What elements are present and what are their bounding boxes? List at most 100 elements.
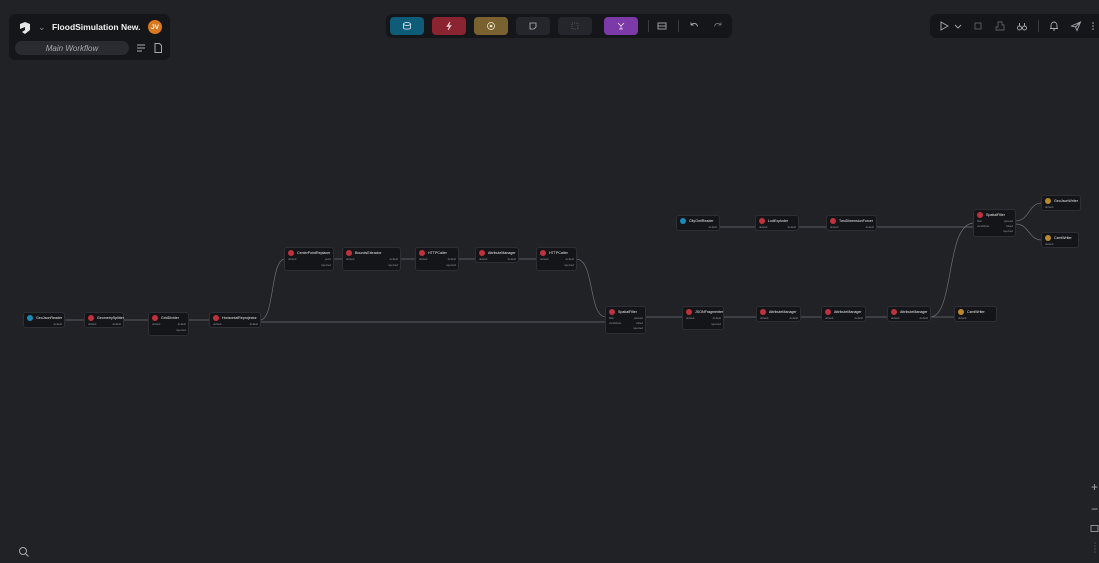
workflow-node[interactable]: TwoDimensionForcer default default	[826, 215, 877, 231]
port-out[interactable]: default	[920, 316, 928, 320]
note-button[interactable]	[516, 17, 550, 35]
port-in[interactable]: default	[540, 257, 548, 261]
port-in[interactable]: candidate	[977, 224, 989, 228]
port-out[interactable]: default	[113, 322, 121, 326]
port-in[interactable]: default	[479, 257, 487, 261]
reader-button[interactable]	[390, 17, 424, 35]
workflow-node[interactable]: GeometrySplitter default default	[84, 312, 124, 328]
stop-icon[interactable]	[972, 20, 984, 32]
workflow-node[interactable]: SpatialFilter filter candidate passed fa…	[605, 306, 646, 334]
debug-icon[interactable]	[994, 20, 1006, 32]
batch-button[interactable]	[558, 17, 592, 35]
port-out[interactable]: rejected	[321, 263, 331, 267]
port-in[interactable]: default	[152, 322, 160, 326]
writer-button[interactable]	[474, 17, 508, 35]
workflow-selector[interactable]: Main Workflow	[15, 41, 129, 55]
workflow-node[interactable]: CityGmlReader default	[676, 215, 720, 231]
port-out[interactable]: rejected	[633, 326, 643, 330]
share-icon[interactable]	[1070, 20, 1082, 32]
port-in[interactable]: default	[88, 322, 96, 326]
chevron-down-icon[interactable]: ⌄	[38, 22, 46, 33]
avatar[interactable]: JV	[148, 20, 162, 34]
document-icon[interactable]	[152, 42, 164, 54]
transformer-button[interactable]	[432, 17, 466, 35]
chevron-down-icon[interactable]	[952, 20, 964, 32]
workflow-node[interactable]: LodExploder default default	[755, 215, 799, 231]
workflow-node[interactable]: CenterPointReplacer default point reject…	[284, 247, 334, 271]
port-out[interactable]: rejected	[564, 263, 574, 267]
undo-icon[interactable]	[688, 20, 700, 32]
workflow-node[interactable]: AttributeManager default default	[475, 247, 519, 263]
zoom-in-button[interactable]: +	[1091, 480, 1098, 494]
port-out[interactable]: rejected	[1003, 229, 1013, 233]
port-out[interactable]: default	[390, 257, 398, 261]
workflow-node[interactable]: HTTPCaller default default rejected	[536, 247, 577, 271]
port-in[interactable]: filter	[977, 219, 982, 223]
port-out[interactable]: point	[325, 257, 331, 261]
port-out[interactable]: passed	[634, 316, 643, 320]
workflow-node[interactable]: SpatialFilter filter candidate passed fa…	[973, 209, 1016, 237]
port-in[interactable]: candidate	[609, 321, 621, 325]
port-in[interactable]: filter	[609, 316, 614, 320]
workflow-canvas[interactable]: GeoJsonReader default GeometrySplitter d…	[0, 0, 1099, 563]
play-icon[interactable]	[938, 20, 950, 32]
port-in[interactable]: default	[346, 257, 354, 261]
port-in[interactable]: default	[825, 316, 833, 320]
workflow-node[interactable]: HTTPCaller default default rejected	[415, 247, 459, 271]
bell-icon[interactable]	[1048, 20, 1060, 32]
port-in[interactable]: default	[288, 257, 296, 261]
workflow-node[interactable]: AttributeManager default default	[821, 306, 866, 322]
port-out[interactable]: rejected	[176, 328, 186, 332]
port-in[interactable]: default	[1045, 242, 1053, 246]
port-out[interactable]: failed	[1006, 224, 1013, 228]
workflow-node[interactable]: GeoJsonWriter default	[1041, 195, 1081, 211]
port-out[interactable]: default	[866, 225, 874, 229]
list-icon[interactable]	[135, 42, 147, 54]
port-out[interactable]: failed	[636, 321, 643, 325]
port-in[interactable]: default	[958, 316, 966, 320]
layout-icon[interactable]	[656, 20, 668, 32]
port-in[interactable]: default	[686, 316, 694, 320]
port-out[interactable]: default	[713, 316, 721, 320]
port-out[interactable]: default	[855, 316, 863, 320]
workflow-node[interactable]: HorizontalReprojector default default	[209, 312, 261, 328]
workflow-node[interactable]: AttributeManager default default	[887, 306, 931, 322]
port-out[interactable]: default	[178, 322, 186, 326]
port-in[interactable]: default	[760, 316, 768, 320]
workflow-node[interactable]: GridDivider default default rejected	[148, 312, 189, 336]
port-in[interactable]: default	[213, 322, 221, 326]
binoculars-icon[interactable]	[1016, 20, 1028, 32]
project-title[interactable]: FloodSimulation New.	[52, 22, 140, 32]
search-icon[interactable]	[18, 546, 30, 558]
port-out[interactable]: rejected	[446, 263, 456, 267]
more-icon[interactable]	[1087, 20, 1099, 32]
minimap-icon[interactable]	[1092, 541, 1098, 553]
port-out[interactable]: rejected	[388, 263, 398, 267]
port-in[interactable]: default	[1045, 205, 1053, 209]
workflow-node[interactable]: AttributeManager default default	[756, 306, 801, 322]
port-out[interactable]: default	[788, 225, 796, 229]
port-in[interactable]: default	[830, 225, 838, 229]
app-logo-icon[interactable]	[18, 21, 32, 35]
port-out[interactable]: default	[566, 257, 574, 261]
port-in[interactable]: default	[891, 316, 899, 320]
port-out[interactable]: default	[790, 316, 798, 320]
port-out[interactable]: rejected	[711, 322, 721, 326]
port-out[interactable]: default	[508, 257, 516, 261]
workflow-node[interactable]: JSONFragmenter default default rejected	[682, 306, 724, 330]
workflow-node[interactable]: CzmlWriter default	[1041, 232, 1079, 248]
port-in[interactable]: default	[759, 225, 767, 229]
port-out[interactable]: default	[54, 322, 62, 326]
port-out[interactable]: default	[250, 322, 258, 326]
port-out[interactable]: default	[448, 257, 456, 261]
port-out[interactable]: passed	[1004, 219, 1013, 223]
port-out[interactable]: default	[709, 225, 717, 229]
subworkflow-button[interactable]	[604, 17, 638, 35]
workflow-node[interactable]: CzmlWriter default	[954, 306, 997, 322]
workflow-node[interactable]: BoundsExtractor default default rejected	[342, 247, 401, 271]
zoom-out-button[interactable]: −	[1091, 502, 1098, 516]
port-in[interactable]: default	[419, 257, 427, 261]
redo-icon[interactable]	[712, 20, 724, 32]
fit-view-icon[interactable]	[1090, 524, 1099, 533]
workflow-node[interactable]: GeoJsonReader default	[23, 312, 65, 328]
